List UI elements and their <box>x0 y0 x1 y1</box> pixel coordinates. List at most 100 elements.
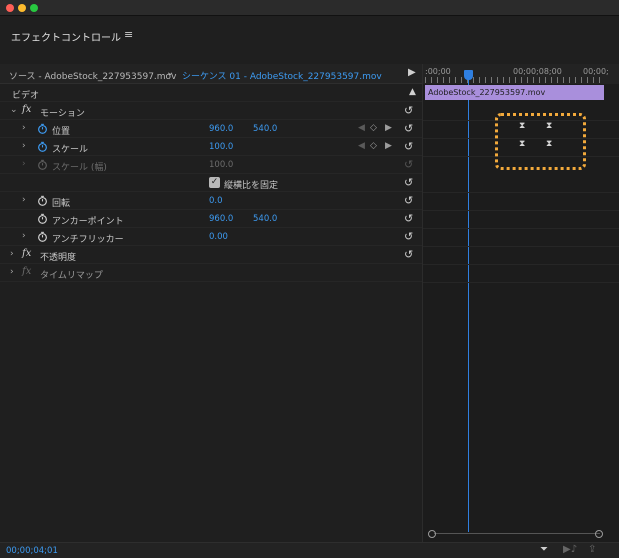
position-x-value[interactable]: 960.0 <box>209 124 233 134</box>
fx-icon[interactable]: fx <box>22 104 31 115</box>
zoom-window-button[interactable] <box>30 4 38 12</box>
keyframe-icon[interactable]: ⧗ <box>546 139 552 149</box>
position-y-value[interactable]: 540.0 <box>253 124 277 134</box>
reset-icon[interactable]: ↺ <box>404 140 413 153</box>
fx-icon: fx <box>22 266 32 277</box>
param-anti-flicker: › アンチフリッカー 0.00 ↺ <box>0 228 422 246</box>
effect-opacity[interactable]: › fx 不透明度 ↺ <box>0 246 422 264</box>
chevron-down-icon[interactable]: ⌄ <box>10 105 18 115</box>
chevron-right-icon[interactable]: › <box>22 141 26 151</box>
section-video-label: ビデオ <box>12 91 40 101</box>
anchor-y-value[interactable]: 540.0 <box>253 214 277 224</box>
param-scale: › スケール 100.0 ◀ ◇ ▶ ↺ <box>0 138 422 156</box>
effect-motion[interactable]: ⌄ fx モーション ↺ <box>0 102 422 120</box>
ruler-start-label: :00;00 <box>425 67 451 76</box>
section-video-header: ビデオ ▲ <box>0 84 422 102</box>
sequence-clip-label[interactable]: シーケンス 01 - AdobeStock_227953597.mov <box>182 69 382 82</box>
scale-value[interactable]: 100.0 <box>209 142 233 152</box>
rotation-value[interactable]: 0.0 <box>209 196 223 206</box>
keyframe-icon[interactable]: ⧗ <box>519 139 525 149</box>
row-divider <box>423 246 619 247</box>
play-audio-icon[interactable]: ▶♪ <box>563 544 577 555</box>
reset-icon[interactable]: ↺ <box>404 230 413 243</box>
scrollbar-end-handle[interactable] <box>595 530 603 538</box>
current-timecode[interactable]: 00;00;04;01 <box>6 546 58 556</box>
chevron-right-icon[interactable]: › <box>10 249 14 259</box>
add-keyframe-icon[interactable]: ◇ <box>370 123 377 133</box>
keyframe-icon[interactable]: ⧗ <box>546 121 552 131</box>
collapse-up-icon[interactable]: ▲ <box>409 87 416 97</box>
next-keyframe-icon[interactable]: ▶ <box>385 141 392 151</box>
param-anchor-point: アンカーポイント 960.0 540.0 ↺ <box>0 210 422 228</box>
stopwatch-active-icon[interactable] <box>37 123 48 134</box>
chevron-right-icon[interactable]: › <box>22 159 26 169</box>
export-icon[interactable]: ⇪ <box>588 544 596 555</box>
keyframe-highlight-box: ⧗ ⧗ ⧗ ⧗ <box>495 113 586 170</box>
chevron-right-icon[interactable]: › <box>22 123 26 133</box>
panel-header: エフェクトコントロール ≡ <box>0 16 619 64</box>
position-label: 位置 <box>52 127 71 137</box>
time-remap-label: タイムリマップ <box>40 271 103 281</box>
chevron-right-icon[interactable]: › <box>10 267 14 277</box>
next-keyframe-icon[interactable]: ▶ <box>385 123 392 133</box>
window-titlebar <box>0 0 619 16</box>
stopwatch-icon <box>38 159 47 170</box>
row-divider <box>423 282 619 283</box>
stopwatch-icon[interactable] <box>37 195 48 206</box>
row-divider <box>423 210 619 211</box>
effect-timeline[interactable]: :00;00 00;00;08;00 00;00; AdobeStock_227… <box>422 64 619 542</box>
status-bar: 00;00;04;01 ⏷ ▶♪ ⇪ <box>0 542 619 558</box>
fx-icon[interactable]: fx <box>22 248 31 259</box>
stopwatch-icon[interactable] <box>37 231 48 242</box>
timeline-zoom-scrollbar[interactable] <box>428 530 604 538</box>
reset-icon[interactable]: ↺ <box>404 194 413 207</box>
source-clip-label[interactable]: ソース - AdobeStock_227953597.mov <box>9 69 176 82</box>
play-only-clip-icon[interactable]: ▶ <box>408 67 416 78</box>
rotation-label: 回転 <box>52 199 71 209</box>
scale-width-label: スケール (幅) <box>52 163 107 173</box>
motion-label: モーション <box>40 109 85 119</box>
reset-icon[interactable]: ↺ <box>404 104 413 117</box>
chevron-right-icon[interactable]: › <box>22 231 26 241</box>
keyframe-icon[interactable]: ⧗ <box>519 121 525 131</box>
prev-keyframe-icon[interactable]: ◀ <box>358 141 365 151</box>
time-ruler[interactable]: :00;00 00;00;08;00 00;00; <box>423 64 619 84</box>
scale-label: スケール <box>52 145 89 155</box>
param-position: › 位置 960.0 540.0 ◀ ◇ ▶ ↺ <box>0 120 422 138</box>
row-divider <box>423 228 619 229</box>
reset-icon[interactable]: ↺ <box>404 248 413 261</box>
scale-width-value: 100.0 <box>209 160 234 170</box>
stopwatch-active-icon[interactable] <box>37 141 48 152</box>
playhead-handle[interactable] <box>464 70 473 80</box>
ruler-ticks <box>425 77 605 83</box>
uniform-scale-checkbox[interactable]: ✓ <box>209 177 220 188</box>
effect-time-remap[interactable]: › fx タイムリマップ <box>0 264 422 282</box>
filter-icon[interactable]: ⏷ <box>540 544 548 555</box>
scrollbar-track <box>434 533 600 534</box>
panel-menu-icon[interactable]: ≡ <box>124 28 133 41</box>
param-uniform-scale: ✓ 縦横比を固定 ↺ <box>0 174 422 192</box>
add-keyframe-icon[interactable]: ◇ <box>370 141 377 151</box>
timeline-clip[interactable]: AdobeStock_227953597.mov <box>425 85 604 100</box>
playhead-line <box>468 80 469 532</box>
anti-flicker-value[interactable]: 0.00 <box>209 232 228 242</box>
chevron-down-icon[interactable]: ⌄ <box>166 67 174 78</box>
reset-icon[interactable]: ↺ <box>404 212 413 225</box>
uniform-scale-label: 縦横比を固定 <box>224 181 279 191</box>
scrollbar-start-handle[interactable] <box>428 530 436 538</box>
ruler-end-label: 00;00; <box>583 67 609 76</box>
reset-icon: ↺ <box>404 158 414 171</box>
panel-title[interactable]: エフェクトコントロール <box>11 29 121 44</box>
opacity-label: 不透明度 <box>40 253 77 263</box>
close-window-button[interactable] <box>6 4 14 12</box>
param-scale-width: › スケール (幅) 100.0 ↺ <box>0 156 422 174</box>
reset-icon[interactable]: ↺ <box>404 176 413 189</box>
anchor-x-value[interactable]: 960.0 <box>209 214 233 224</box>
anti-flicker-label: アンチフリッカー <box>52 235 124 245</box>
prev-keyframe-icon[interactable]: ◀ <box>358 123 365 133</box>
reset-icon[interactable]: ↺ <box>404 122 413 135</box>
minimize-window-button[interactable] <box>18 4 26 12</box>
source-sequence-bar: ソース - AdobeStock_227953597.mov ⌄ シーケンス 0… <box>0 64 422 84</box>
chevron-right-icon[interactable]: › <box>22 195 26 205</box>
stopwatch-icon[interactable] <box>37 213 48 224</box>
